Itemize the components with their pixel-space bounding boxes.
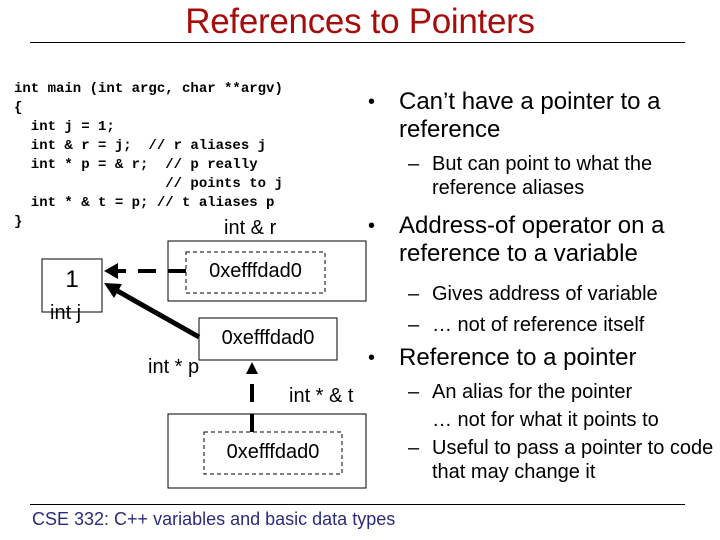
- reference-t-label: int * & t: [289, 385, 354, 407]
- dash-icon: –: [408, 314, 420, 336]
- bullet-item: • Address-of operator on a reference to a…: [368, 212, 665, 267]
- arrow-t-to-p-head: [246, 362, 258, 374]
- pointer-p-value: 0xefffdad0: [221, 327, 315, 349]
- sub-bullet-item: – But can point to what the reference ali…: [408, 153, 653, 199]
- slide-footer: CSE 332: C++ variables and basic data ty…: [32, 509, 396, 529]
- variable-j-label: int j: [50, 302, 82, 324]
- bullet-item: • Can’t have a pointer to a reference: [368, 88, 661, 143]
- pointer-p-label: int * p: [148, 356, 200, 378]
- dash-icon: –: [408, 381, 420, 403]
- bullet-dot-icon: •: [368, 347, 376, 369]
- sub-bullet-item: – Useful to pass a pointer to code that m…: [408, 437, 714, 483]
- sub-bullet-item: – An alias for the pointer: [408, 381, 633, 403]
- bullet-dot-icon: •: [368, 91, 376, 113]
- sub-bullet-item: –… not of reference itself: [408, 314, 645, 336]
- dash-icon: –: [408, 437, 420, 459]
- variable-j-value: 1: [65, 266, 79, 293]
- dash-icon: –: [408, 283, 420, 305]
- reference-t-value: 0xefffdad0: [226, 441, 320, 463]
- bullet-dot-icon: •: [368, 215, 376, 237]
- bullet-item: • Reference to a pointer: [368, 344, 637, 371]
- dash-icon: –: [408, 153, 420, 175]
- footer-divider: [30, 504, 685, 505]
- sub-bullet-item: – Gives address of variable: [408, 283, 658, 305]
- reference-r-label: int & r: [224, 217, 277, 239]
- sub-bullet-continuation: … not for what it points to: [432, 409, 659, 431]
- bullet-list: • Can’t have a pointer to a reference – Bu…: [368, 88, 720, 491]
- arrow-r-to-j-head: [104, 263, 118, 279]
- reference-r-value: 0xefffdad0: [209, 260, 302, 282]
